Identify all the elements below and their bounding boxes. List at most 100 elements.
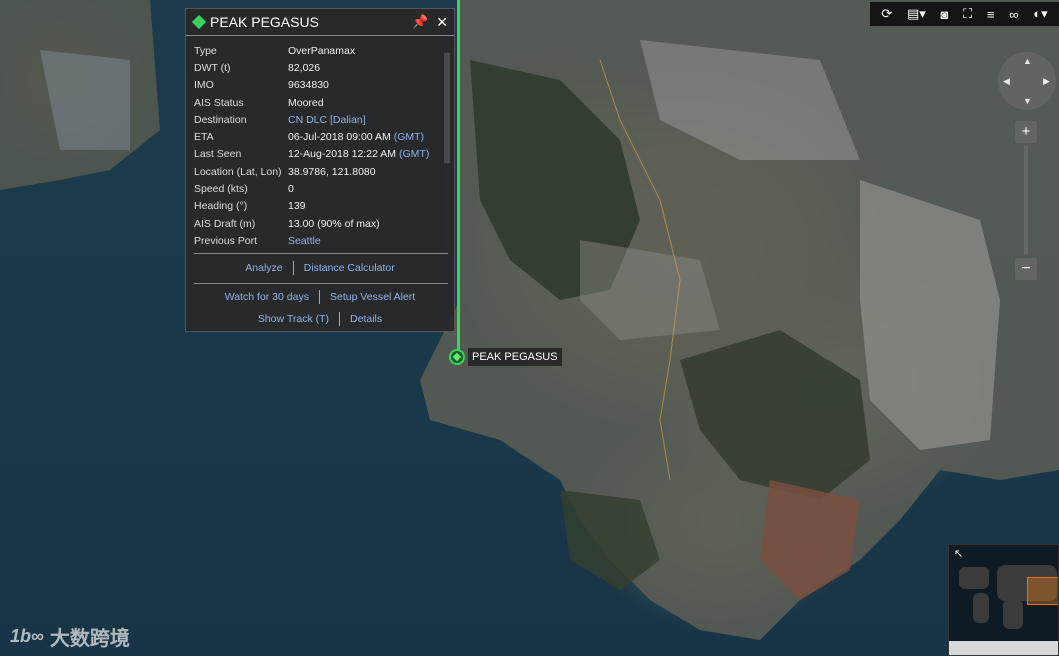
- detail-value: Seattle: [288, 232, 429, 249]
- map-toolbar: ⟳ ▤▾ ◙ ⛶ ≡ ∞ ◐▾: [870, 2, 1059, 26]
- vessel-marker-icon[interactable]: [449, 349, 465, 365]
- detail-value: 82,026: [288, 59, 429, 76]
- detail-value: 9634830: [288, 77, 429, 94]
- loop-icon[interactable]: ∞: [1009, 7, 1018, 22]
- pan-left-icon[interactable]: ◀: [1003, 76, 1010, 87]
- layers-icon[interactable]: ▤▾: [907, 6, 926, 22]
- divider: [194, 283, 448, 284]
- zoom-in-button[interactable]: +: [1015, 121, 1037, 143]
- detail-row: Destination CN DLC [Dalian]: [194, 111, 429, 128]
- detail-label: Last Seen: [194, 148, 242, 161]
- vessel-track-line: [457, 0, 460, 352]
- detail-label: DWT (t): [194, 61, 231, 74]
- watermark-logo: 1b∞ 大数跨境: [10, 622, 130, 651]
- close-icon[interactable]: ✕: [436, 14, 448, 31]
- popup-scrollbar[interactable]: [444, 43, 450, 253]
- detail-label: AIS Status: [194, 96, 244, 109]
- vessel-info-popup: PEAK PEGASUS 📌 ✕ Type OverPanamax DWT (t) 8…: [185, 8, 455, 332]
- pan-down-icon[interactable]: ▼: [1023, 96, 1032, 106]
- detail-value-text: Moored: [288, 96, 324, 109]
- overview-minimap[interactable]: ↖: [948, 544, 1059, 656]
- detail-value: 0: [288, 180, 429, 197]
- detail-value-text: 139: [288, 200, 306, 213]
- watermark-icon: 1b∞: [10, 626, 44, 646]
- detail-row: DWT (t) 82,026: [194, 59, 429, 76]
- detail-value-text: 82,026: [288, 61, 321, 74]
- action-row-3: Show Track (T) Details: [186, 312, 454, 326]
- fullscreen-icon[interactable]: ⛶: [963, 6, 972, 22]
- vessel-name-title: PEAK PEGASUS: [210, 14, 319, 30]
- collapse-arrow-icon[interactable]: ↖: [954, 547, 963, 560]
- detail-value: 139: [288, 198, 429, 215]
- camera-icon[interactable]: ◙: [941, 7, 949, 22]
- detail-row: IMO 9634830: [194, 77, 429, 94]
- divider: [194, 253, 448, 254]
- pan-control[interactable]: ▲ ◀ ▶ ▼: [998, 52, 1056, 110]
- minimap-viewport-frame[interactable]: [1027, 577, 1058, 605]
- detail-value: 13.00 (90% of max): [288, 215, 429, 232]
- detail-row: AIS Status Moored: [194, 94, 429, 111]
- detail-label: Destination: [194, 113, 247, 126]
- popup-header: PEAK PEGASUS 📌 ✕: [186, 9, 454, 36]
- detail-row: Location (Lat, Lon) 38.9786, 121.8080: [194, 163, 429, 180]
- timezone-label: (GMT): [393, 131, 425, 144]
- detail-value-text: 0: [288, 183, 294, 196]
- detail-value-text: OverPanamax: [288, 44, 356, 57]
- timezone-label: (GMT): [399, 148, 430, 161]
- vessel-details-table: Type OverPanamax DWT (t) 82,026 IMO 9634830 AI…: [194, 42, 429, 250]
- detail-value-text: 06-Jul-2018 09:00 AM: [288, 131, 391, 144]
- details-link[interactable]: Details: [350, 313, 382, 325]
- setup-vessel-alert-link[interactable]: Setup Vessel Alert: [330, 291, 415, 303]
- detail-label: Speed (kts): [194, 183, 248, 196]
- detail-label: AIS Draft (m): [194, 217, 256, 230]
- detail-label: IMO: [194, 79, 214, 92]
- detail-value: CN DLC [Dalian]: [288, 111, 429, 128]
- refresh-icon[interactable]: ⟳: [881, 6, 892, 22]
- minimap-landmass: [1003, 599, 1023, 629]
- detail-label: Type: [194, 44, 217, 57]
- detail-row: Speed (kts) 0: [194, 180, 429, 197]
- list-icon[interactable]: ≡: [987, 7, 995, 22]
- vessel-map-label[interactable]: PEAK PEGASUS: [468, 348, 562, 366]
- detail-row: Heading (°) 139: [194, 198, 429, 215]
- detail-label: Location (Lat, Lon): [194, 165, 282, 178]
- detail-value: 06-Jul-2018 09:00 AM (GMT): [288, 128, 429, 145]
- globe-icon[interactable]: ◐▾: [1033, 6, 1047, 22]
- detail-value: 38.9786, 121.8080: [288, 163, 429, 180]
- detail-row: ETA 06-Jul-2018 09:00 AM (GMT): [194, 128, 429, 145]
- pan-up-icon[interactable]: ▲: [1023, 56, 1032, 66]
- show-track-link[interactable]: Show Track (T): [258, 313, 329, 325]
- detail-value-text: 13.00 (90% of max): [288, 217, 380, 230]
- detail-label: ETA: [194, 131, 214, 144]
- detail-value-text: 38.9786, 121.8080: [288, 165, 376, 178]
- satellite-map[interactable]: [0, 0, 1059, 656]
- vessel-type-icon: [191, 14, 207, 30]
- detail-value: OverPanamax: [288, 42, 429, 59]
- minimap-landmass: [959, 567, 989, 589]
- analyze-link[interactable]: Analyze: [245, 262, 282, 274]
- zoom-out-button[interactable]: −: [1015, 258, 1037, 280]
- detail-row: AIS Draft (m) 13.00 (90% of max): [194, 215, 429, 232]
- distance-calculator-link[interactable]: Distance Calculator: [304, 262, 395, 274]
- detail-row: Type OverPanamax: [194, 42, 429, 59]
- watermark-text: 大数跨境: [49, 628, 130, 650]
- action-row-2: Watch for 30 days Setup Vessel Alert: [186, 290, 454, 304]
- action-row-1: Analyze Distance Calculator: [186, 261, 454, 275]
- pan-right-icon[interactable]: ▶: [1043, 76, 1050, 87]
- minimap-antarctica: [949, 641, 1058, 655]
- map-terrain: [0, 0, 1059, 640]
- detail-label: Previous Port: [194, 234, 258, 247]
- detail-value: 12-Aug-2018 12:22 AM (GMT): [288, 146, 429, 163]
- watch-30-days-link[interactable]: Watch for 30 days: [225, 291, 309, 303]
- detail-value-text: 9634830: [288, 79, 329, 92]
- detail-row: Last Seen 12-Aug-2018 12:22 AM (GMT): [194, 146, 429, 163]
- detail-row: Previous Port Seattle: [194, 232, 429, 249]
- detail-value-text[interactable]: Seattle: [288, 235, 321, 247]
- zoom-slider[interactable]: [1024, 146, 1028, 254]
- minimap-landmass: [973, 593, 989, 623]
- detail-label: Heading (°): [194, 200, 248, 213]
- pin-icon[interactable]: 📌: [412, 14, 428, 30]
- detail-value: Moored: [288, 94, 429, 111]
- detail-value-text[interactable]: CN DLC [Dalian]: [288, 114, 366, 126]
- detail-value-text: 12-Aug-2018 12:22 AM: [288, 148, 396, 161]
